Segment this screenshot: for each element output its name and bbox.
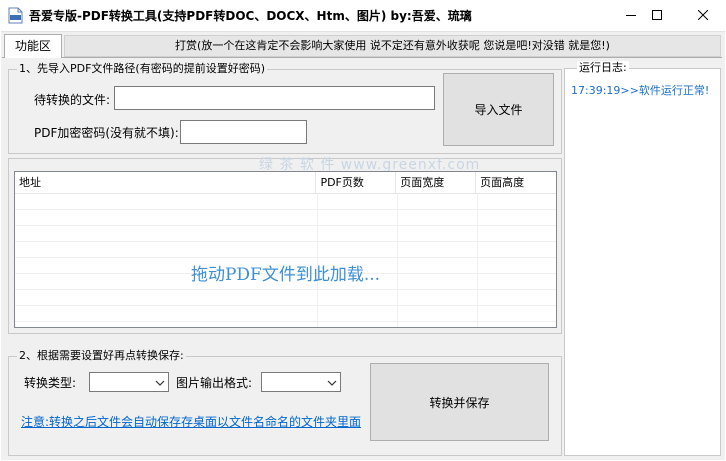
image-format-select[interactable] [261,372,341,392]
title-bar: 吾爱专版-PDF转换工具(支持PDF转DOC、DOCX、Htm、图片) by:吾… [0,0,726,31]
save-location-note-link[interactable]: 注意:转换之后文件会自动保存存桌面以文件名命名的文件夹里面 [21,413,361,430]
column-address[interactable]: 地址 [15,172,317,194]
empty-row [15,227,556,242]
maximize-icon [652,9,662,23]
client-area: 功能区 打赏(放一个在这肯定不会影响大家使用 说不定还有意外收获呢 您说是吧!对… [1,31,725,460]
file-list-view[interactable]: 地址 PDF页数 页面宽度 页面高度 拖动PDF文件到此加载... [14,171,557,328]
column-page-width[interactable]: 页面宽度 [396,172,477,194]
drop-hint-text: 拖动PDF文件到此加载... [190,265,381,285]
password-label: PDF加密密码(没有就不填): [34,126,179,140]
empty-row [15,195,556,210]
file-path-input[interactable] [114,86,435,110]
empty-row [15,291,556,306]
chevron-down-icon [327,377,337,391]
column-page-count[interactable]: PDF页数 [316,172,397,194]
import-file-button[interactable]: 导入文件 [443,73,554,146]
close-button[interactable] [680,0,726,31]
empty-row [15,307,556,322]
tab-donate[interactable]: 打赏(放一个在这肯定不会影响大家使用 说不定还有意外收获呢 您说是吧!对没错 就… [64,35,721,57]
convert-group-title: 2、根据需要设置好再点转换保存: [17,349,186,363]
pdf-app-icon [8,7,23,24]
window-title: 吾爱专版-PDF转换工具(支持PDF转DOC、DOCX、Htm、图片) by:吾… [29,9,472,23]
convert-type-select[interactable] [89,372,169,392]
run-log-panel: 运行日志: 17:39:19>>软件运行正常! [564,61,721,456]
maximize-button[interactable] [634,0,680,31]
empty-row [15,211,556,226]
chevron-down-icon [155,377,165,391]
convert-type-label: 转换类型: [24,376,77,390]
convert-save-button[interactable]: 转换并保存 [370,363,549,441]
log-line: 17:39:19>>软件运行正常! [571,84,710,97]
log-title: 运行日志: [577,61,629,75]
tab-function-area[interactable]: 功能区 [4,34,62,58]
empty-row [15,243,556,258]
import-group-title: 1、先导入PDF文件路径(有密码的提前设置好密码) [17,62,268,76]
password-input[interactable] [180,120,307,144]
image-format-label: 图片输出格式: [176,376,253,390]
column-page-height[interactable]: 页面高度 [476,172,556,194]
close-icon [697,9,709,23]
tab-divider [2,57,722,58]
file-list-header: 地址 PDF页数 页面宽度 页面高度 [15,172,556,194]
file-label: 待转换的文件: [34,93,111,107]
